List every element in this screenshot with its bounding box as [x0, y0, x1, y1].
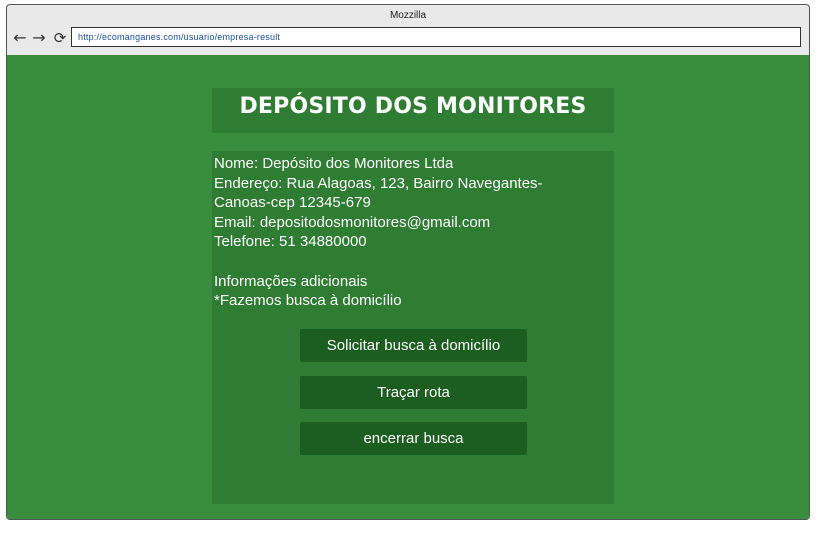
- back-arrow-icon[interactable]: ←: [12, 28, 28, 48]
- company-address-line-2: Canoas-cep 12345-679: [214, 194, 371, 212]
- heading-panel: DEPÓSITO DOS MONITORES: [212, 88, 614, 133]
- company-phone: Telefone: 51 34880000: [214, 233, 367, 251]
- company-info-panel: Nome: Depósito dos Monitores Ltda Endere…: [212, 151, 614, 504]
- company-details: Nome: Depósito dos Monitores Ltda Endere…: [214, 154, 574, 311]
- end-search-button[interactable]: encerrar busca: [300, 422, 527, 455]
- trace-route-button[interactable]: Traçar rota: [300, 376, 527, 409]
- additional-info-note: *Fazemos busca à domicílio: [214, 292, 402, 310]
- browser-window: Mozzilla ← → ⟳ http://ecomanganes.com/us…: [6, 4, 810, 520]
- additional-info-heading: Informações adicionais: [214, 272, 368, 290]
- forward-arrow-icon[interactable]: →: [31, 28, 47, 48]
- browser-toolbar: ← → ⟳ http://ecomanganes.com/usuario/emp…: [7, 25, 809, 53]
- window-title: Mozzilla: [389, 10, 427, 21]
- company-email: Email: depositodosmonitores@gmail.com: [214, 213, 491, 231]
- company-name: Nome: Depósito dos Monitores Ltda: [214, 155, 454, 172]
- request-pickup-button[interactable]: Solicitar busca à domicílio: [300, 329, 527, 362]
- page-content: DEPÓSITO DOS MONITORES Nome: Depósito do…: [7, 55, 809, 519]
- company-address-line-1: Endereço: Rua Alagoas, 123, Bairro Naveg…: [214, 174, 543, 192]
- page-title: DEPÓSITO DOS MONITORES: [239, 94, 587, 119]
- reload-icon[interactable]: ⟳: [52, 28, 68, 48]
- address-bar[interactable]: http://ecomanganes.com/usuario/empresa-r…: [71, 27, 801, 47]
